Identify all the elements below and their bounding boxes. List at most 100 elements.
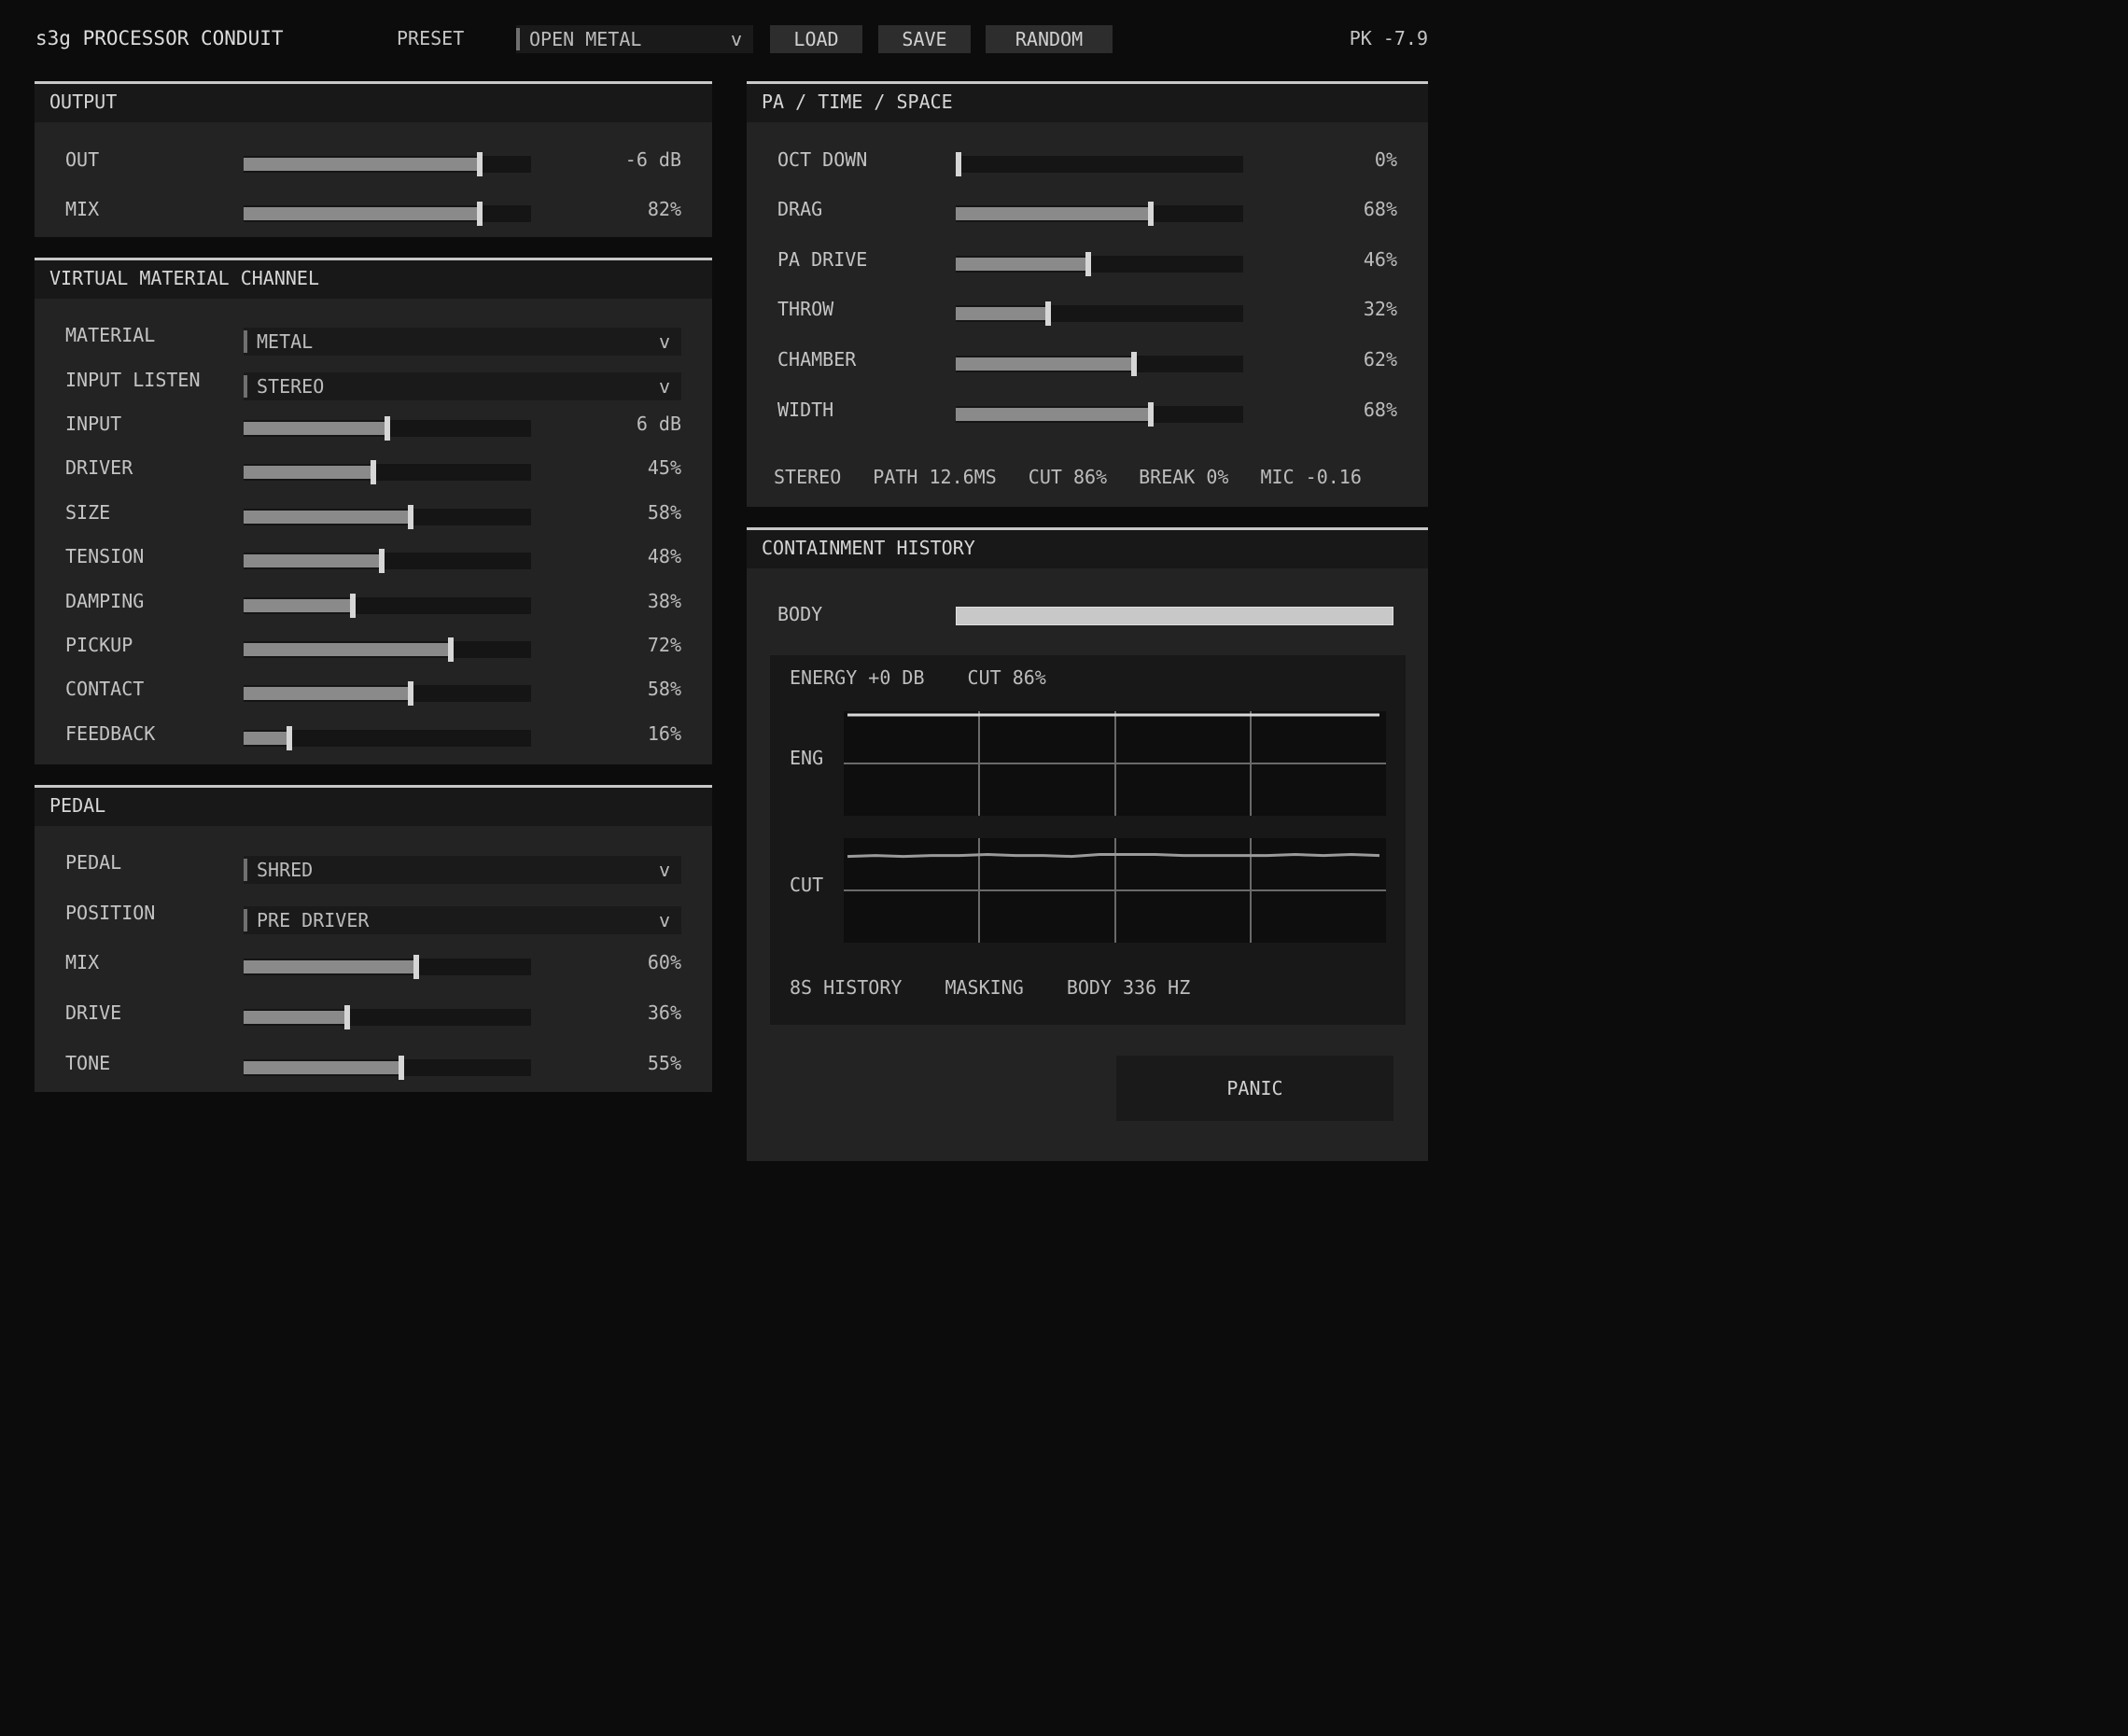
output-panel: OUTPUT OUT -6 dB MIX 82% — [35, 81, 712, 237]
slider-value: 45% — [647, 456, 681, 479]
slider-thumb[interactable] — [1085, 252, 1091, 276]
drag-slider[interactable] — [956, 202, 1243, 226]
slider-value: 6 dB — [636, 413, 681, 435]
pickup-slider[interactable] — [244, 637, 531, 662]
position-value: PRE DRIVER — [257, 909, 370, 931]
slider-thumb[interactable] — [956, 152, 961, 176]
slider-thumb[interactable] — [371, 460, 376, 484]
pedal-type-row: PEDAL SHRED v — [35, 847, 712, 884]
slider-thumb[interactable] — [408, 505, 413, 529]
slider-thumb[interactable] — [477, 152, 483, 176]
pedal-mix-slider[interactable] — [244, 955, 531, 979]
slider-label: OCT DOWN — [777, 148, 868, 171]
save-button[interactable]: SAVE — [878, 25, 971, 53]
slider-fill — [244, 158, 480, 171]
oct-down-slider[interactable] — [956, 152, 1243, 176]
history-footer: 8S HISTORY MASKING BODY 336 HZ — [790, 976, 1190, 999]
size-slider[interactable] — [244, 505, 531, 529]
slider-value: 68% — [1363, 198, 1397, 220]
slider-thumb[interactable] — [1045, 301, 1051, 326]
output-panel-header: OUTPUT — [35, 84, 712, 122]
driver-slider[interactable] — [244, 460, 531, 484]
input-listen-row: INPUT LISTEN STEREO v — [35, 365, 712, 400]
contact-slider[interactable] — [244, 681, 531, 706]
eng-graph — [844, 711, 1386, 816]
vmc-panel-title: VIRTUAL MATERIAL CHANNEL — [49, 267, 319, 289]
slider-value: 55% — [647, 1052, 681, 1074]
slider-thumb[interactable] — [1148, 402, 1154, 427]
mix-slider[interactable] — [244, 202, 531, 226]
slider-fill — [244, 466, 373, 479]
slider-fill — [244, 422, 387, 435]
material-select[interactable]: METAL v — [244, 328, 681, 356]
tension-slider[interactable] — [244, 549, 531, 573]
contact-row: CONTACT 58% — [35, 674, 712, 706]
output-out-row: OUT -6 dB — [35, 145, 712, 176]
slider-value: 72% — [647, 634, 681, 656]
panic-button[interactable]: PANIC — [1116, 1056, 1393, 1121]
random-button[interactable]: RANDOM — [986, 25, 1113, 53]
slider-thumb[interactable] — [408, 681, 413, 706]
slider-thumb[interactable] — [1148, 202, 1154, 226]
pickup-row: PICKUP 72% — [35, 630, 712, 662]
slider-value: 60% — [647, 951, 681, 973]
slider-value: 82% — [647, 198, 681, 220]
pedal-drive-slider[interactable] — [244, 1005, 531, 1029]
preset-value: OPEN METAL — [529, 28, 642, 50]
slider-fill — [244, 207, 480, 220]
slider-thumb[interactable] — [448, 637, 454, 662]
pedal-panel-header: PEDAL — [35, 788, 712, 826]
slider-fill — [244, 687, 411, 700]
out-slider[interactable] — [244, 152, 531, 176]
slider-thumb[interactable] — [413, 955, 419, 979]
load-button[interactable]: LOAD — [770, 25, 862, 53]
slider-thumb[interactable] — [379, 549, 385, 573]
throw-slider[interactable] — [956, 301, 1243, 326]
slider-fill — [956, 307, 1048, 320]
body-label: BODY — [777, 603, 823, 625]
slider-thumb[interactable] — [344, 1005, 350, 1029]
cut-readout: CUT 86% — [967, 666, 1046, 689]
pedal-select[interactable]: SHRED v — [244, 856, 681, 884]
status-mic: MIC -0.16 — [1260, 466, 1362, 488]
cut-graph-svg — [844, 838, 1386, 943]
pedal-value: SHRED — [257, 859, 314, 881]
slider-fill — [956, 408, 1151, 421]
slider-thumb[interactable] — [287, 726, 292, 750]
pa-drive-slider[interactable] — [956, 252, 1243, 276]
pa-status-line: STEREO PATH 12.6MS CUT 86% BREAK 0% MIC … — [774, 466, 1362, 488]
slider-fill — [244, 960, 416, 973]
throw-row: THROW 32% — [747, 294, 1428, 326]
width-slider[interactable] — [956, 402, 1243, 427]
slider-fill — [956, 207, 1151, 220]
chevron-down-icon: v — [730, 28, 742, 50]
damping-slider[interactable] — [244, 594, 531, 618]
chevron-down-icon: v — [658, 859, 670, 881]
input-slider[interactable] — [244, 416, 531, 441]
tension-row: TENSION 48% — [35, 541, 712, 573]
slider-value: 58% — [647, 678, 681, 700]
slider-value: 16% — [647, 722, 681, 745]
history-display: ENERGY +0 DB CUT 86% ENG CUT 8S HISTORY … — [770, 655, 1406, 1025]
drag-row: DRAG 68% — [747, 194, 1428, 226]
slider-value: 46% — [1363, 248, 1397, 271]
slider-thumb[interactable] — [477, 202, 483, 226]
chamber-slider[interactable] — [956, 352, 1243, 376]
slider-thumb[interactable] — [1131, 352, 1137, 376]
slider-value: 38% — [647, 590, 681, 612]
pedal-tone-slider[interactable] — [244, 1056, 531, 1080]
position-row: POSITION PRE DRIVER v — [35, 898, 712, 934]
body-frequency: BODY 336 HZ — [1066, 976, 1191, 999]
feedback-slider[interactable] — [244, 726, 531, 750]
slider-thumb[interactable] — [399, 1056, 404, 1080]
slider-thumb[interactable] — [350, 594, 356, 618]
chevron-down-icon: v — [658, 375, 670, 398]
slider-value: 36% — [647, 1001, 681, 1024]
slider-fill — [244, 732, 289, 745]
slider-fill — [244, 554, 382, 567]
position-select[interactable]: PRE DRIVER v — [244, 906, 681, 934]
input-listen-select[interactable]: STEREO v — [244, 372, 681, 400]
preset-select[interactable]: OPEN METAL v — [516, 25, 753, 53]
slider-value: -6 dB — [624, 148, 681, 171]
slider-thumb[interactable] — [385, 416, 390, 441]
